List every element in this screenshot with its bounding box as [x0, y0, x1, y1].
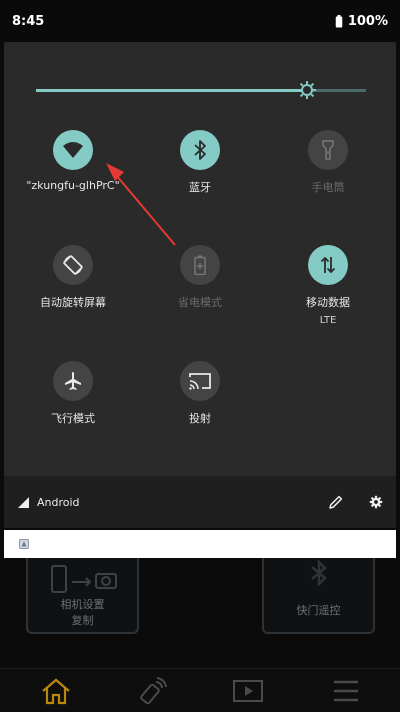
camera-settings-card[interactable]: 相机设置 复制	[26, 548, 139, 634]
flashlight-icon	[322, 140, 334, 160]
tile-label-mobile-data: 移动数据	[306, 296, 350, 309]
status-time: 8:45	[12, 13, 45, 29]
tile-sublabel-mobile-data: LTE	[319, 315, 337, 326]
bottom-navigation	[0, 668, 400, 712]
camera-card-line2: 复制	[71, 614, 94, 627]
battery-saver-tile-button[interactable]	[180, 245, 220, 285]
airplane-icon	[65, 372, 81, 390]
wifi-tile-button[interactable]	[53, 130, 93, 170]
shutter-remote-card[interactable]: 快门遥控	[262, 548, 375, 634]
status-bar: 8:45 100%	[0, 0, 400, 42]
cast-icon	[189, 373, 211, 390]
tile-bluetooth[interactable]: 蓝牙	[140, 130, 260, 195]
tile-battery-saver[interactable]: 省电模式	[140, 245, 260, 310]
status-right: 100%	[335, 14, 388, 29]
tile-label-flashlight: 手电筒	[311, 181, 345, 194]
tile-label-auto-rotate: 自动旋转屏幕	[40, 296, 106, 309]
carrier-info: Android	[18, 496, 80, 509]
tile-label-bluetooth: 蓝牙	[189, 181, 211, 194]
quick-settings-panel: "zkungfu-glhPrC" 蓝牙 手电筒 自动旋转屏幕 省电模式 移动数据…	[4, 42, 396, 528]
battery-icon	[335, 14, 343, 27]
gear-icon	[369, 495, 383, 509]
tile-label-cast: 投射	[189, 412, 211, 425]
bluetooth-bg-icon	[311, 558, 327, 588]
airplane-tile-button[interactable]	[53, 361, 93, 401]
quick-settings-footer: Android	[4, 476, 396, 528]
play-nav-icon[interactable]	[228, 675, 268, 707]
carrier-name: Android	[37, 495, 80, 509]
tile-auto-rotate[interactable]: 自动旋转屏幕	[13, 245, 133, 310]
cast-tile-button[interactable]	[180, 361, 220, 401]
notification-strip[interactable]	[4, 530, 396, 558]
remote-nav-icon[interactable]	[132, 675, 172, 707]
edit-tiles-button[interactable]	[327, 493, 345, 511]
rotate-icon	[63, 255, 83, 275]
flashlight-tile-button[interactable]	[308, 130, 348, 170]
rotate-tile-button[interactable]	[53, 245, 93, 285]
tile-flashlight[interactable]: 手电筒	[268, 130, 388, 195]
phone-camera-icon	[51, 565, 117, 593]
settings-button[interactable]	[367, 493, 385, 511]
brightness-fill	[36, 89, 307, 92]
mobile-data-tile-button[interactable]	[308, 245, 348, 285]
camera-card-line1: 相机设置	[60, 598, 105, 611]
menu-nav-icon[interactable]	[326, 675, 366, 707]
battery-saver-icon	[194, 255, 206, 275]
notification-app-icon	[19, 539, 29, 549]
tile-label-wifi: "zkungfu-glhPrC"	[26, 179, 120, 192]
brightness-sun-icon	[297, 81, 316, 99]
bluetooth-tile-button[interactable]	[180, 130, 220, 170]
signal-icon	[18, 496, 29, 508]
remote-card-label: 快门遥控	[296, 604, 341, 617]
bluetooth-icon	[194, 140, 206, 160]
pencil-icon	[329, 495, 343, 509]
tile-label-battery-saver: 省电模式	[178, 296, 222, 309]
tile-airplane[interactable]: 飞行模式	[13, 361, 133, 426]
wifi-icon	[63, 142, 83, 158]
home-nav-icon[interactable]	[36, 675, 76, 707]
brightness-slider[interactable]	[36, 80, 366, 100]
tile-wifi[interactable]: "zkungfu-glhPrC"	[13, 130, 133, 192]
tile-cast[interactable]: 投射	[140, 361, 260, 426]
battery-percent: 100%	[347, 13, 388, 29]
brightness-thumb[interactable]	[297, 80, 317, 100]
tile-mobile-data[interactable]: 移动数据 LTE	[268, 245, 388, 326]
mobile-data-icon	[320, 256, 336, 274]
tile-label-airplane: 飞行模式	[51, 412, 95, 425]
